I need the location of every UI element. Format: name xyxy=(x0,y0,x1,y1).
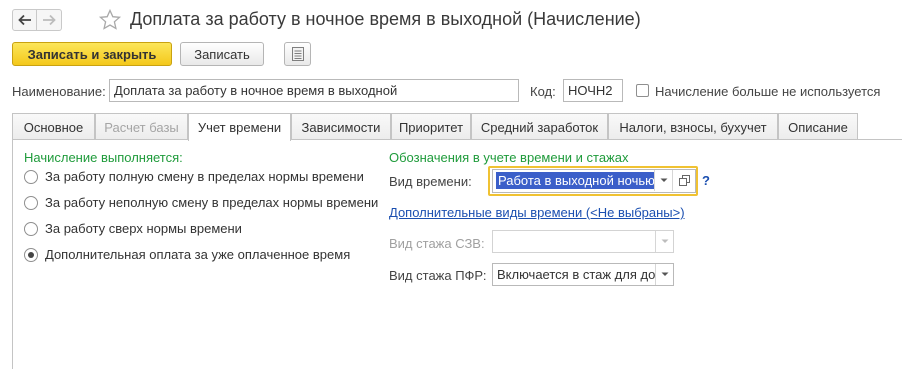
tab-time-tracking[interactable]: Учет времени xyxy=(188,113,291,141)
forward-button[interactable] xyxy=(37,9,62,31)
arrow-left-icon xyxy=(17,14,31,26)
tab-average-earnings[interactable]: Средний заработок xyxy=(471,113,608,140)
code-field[interactable]: НОЧН2 xyxy=(563,79,623,102)
time-tracking-group-title: Обозначения в учете времени и стажах xyxy=(389,150,629,165)
code-label: Код: xyxy=(530,84,556,99)
save-button[interactable]: Записать xyxy=(180,42,264,66)
arrow-right-icon xyxy=(43,14,56,26)
chevron-down-icon xyxy=(661,272,668,276)
time-type-dropdown-button[interactable] xyxy=(654,170,672,191)
time-type-select[interactable]: Работа в выходной ночью xyxy=(492,169,696,193)
pfr-select[interactable]: Включается в стаж для досрочного назначе… xyxy=(492,263,674,286)
tab-taxes[interactable]: Налоги, взносы, бухучет xyxy=(608,113,778,140)
list-button[interactable] xyxy=(284,42,311,66)
tab-priority[interactable]: Приоритет xyxy=(391,113,471,140)
time-type-label: Вид времени: xyxy=(389,174,472,189)
time-type-open-button[interactable] xyxy=(672,170,695,191)
window-title: Доплата за работу в ночное время в выход… xyxy=(130,9,641,29)
szv-label: Вид стажа СЗВ: xyxy=(389,236,485,251)
open-window-icon xyxy=(678,175,690,186)
szv-select[interactable] xyxy=(492,230,674,253)
time-type-value: Работа в выходной ночью xyxy=(496,172,654,189)
chevron-down-icon xyxy=(660,178,667,182)
tab-description[interactable]: Описание xyxy=(778,113,858,140)
tab-base-calculation[interactable]: Расчет базы xyxy=(95,113,188,140)
radio-additional-payment[interactable] xyxy=(24,248,38,262)
not-used-checkbox[interactable] xyxy=(636,84,649,97)
help-icon[interactable]: ? xyxy=(702,173,710,188)
pfr-value: Включается в стаж для досрочного назначе… xyxy=(497,267,655,282)
pfr-dropdown-button[interactable] xyxy=(655,264,673,285)
pfr-label: Вид стажа ПФР: xyxy=(389,268,487,283)
favorite-button[interactable] xyxy=(98,8,122,35)
radio-overtime-label[interactable]: За работу сверх нормы времени xyxy=(45,221,242,236)
accrual-group-title: Начисление выполняется: xyxy=(24,150,183,165)
tab-dependencies[interactable]: Зависимости xyxy=(291,113,391,140)
extra-time-types-link[interactable]: Дополнительные виды времени (<Не выбраны… xyxy=(389,205,685,220)
back-button[interactable] xyxy=(12,9,37,31)
list-icon xyxy=(291,47,304,61)
radio-partial-shift[interactable] xyxy=(24,196,38,210)
radio-additional-payment-label[interactable]: Дополнительная оплата за уже оплаченное … xyxy=(45,247,350,262)
radio-partial-shift-label[interactable]: За работу неполную смену в пределах норм… xyxy=(45,195,378,210)
name-field[interactable]: Доплата за работу в ночное время в выход… xyxy=(109,79,519,102)
radio-full-shift-label[interactable]: За работу полную смену в пределах нормы … xyxy=(45,169,364,184)
name-label: Наименование: xyxy=(12,84,106,99)
radio-overtime[interactable] xyxy=(24,222,38,236)
szv-dropdown-button[interactable] xyxy=(655,231,673,252)
star-icon xyxy=(98,8,122,30)
not-used-label: Начисление больше не используется xyxy=(655,84,881,99)
tab-main[interactable]: Основное xyxy=(12,113,95,140)
chevron-down-icon xyxy=(661,239,668,243)
save-and-close-button[interactable]: Записать и закрыть xyxy=(12,42,172,66)
radio-full-shift[interactable] xyxy=(24,170,38,184)
